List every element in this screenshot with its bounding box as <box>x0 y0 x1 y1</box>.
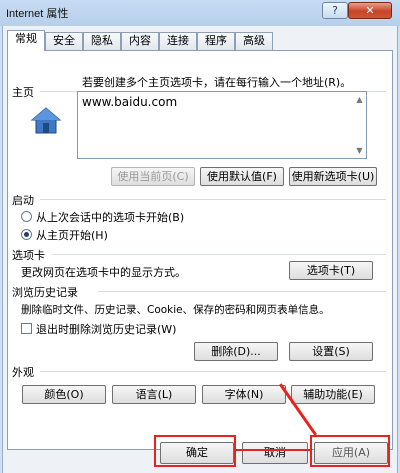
history-settings-button[interactable]: 设置(S) <box>289 342 373 361</box>
close-button[interactable]: ✕ <box>348 2 392 19</box>
radio-last-session[interactable]: 从上次会话中的选项卡开始(B) <box>21 209 184 225</box>
homepage-url-textarea[interactable]: www.baidu.com ▲ ▼ <box>77 91 367 159</box>
tab-general[interactable]: 常规 <box>7 30 45 51</box>
tab-programs[interactable]: 程序 <box>197 32 235 50</box>
tab-connections[interactable]: 连接 <box>159 32 197 50</box>
ok-button[interactable]: 确定 <box>160 442 234 464</box>
startup-heading: 启动 <box>12 194 34 207</box>
tabs-description: 更改网页在选项卡中的显示方式。 <box>21 266 186 279</box>
radio-homepage-dot[interactable] <box>21 229 32 240</box>
delete-on-exit-label: 退出时删除浏览历史记录(W) <box>36 323 177 336</box>
window-title: Internet 属性 <box>6 8 69 20</box>
cancel-button[interactable]: 取消 <box>242 442 308 464</box>
accessibility-button[interactable]: 辅助功能(E) <box>291 385 375 404</box>
tabs-settings-button[interactable]: 选项卡(T) <box>289 261 373 280</box>
use-default-button[interactable]: 使用默认值(F) <box>200 167 284 186</box>
homepage-url-value: www.baidu.com <box>82 95 178 109</box>
homepage-heading: 主页 <box>12 86 34 99</box>
tab-security[interactable]: 安全 <box>45 32 83 50</box>
apply-button[interactable]: 应用(A) <box>314 442 388 464</box>
startup-divider <box>40 199 386 200</box>
radio-last-session-label: 从上次会话中的选项卡开始(B) <box>36 211 185 224</box>
languages-button[interactable]: 语言(L) <box>112 385 196 404</box>
use-new-tab-button[interactable]: 使用新选项卡(U) <box>289 167 377 186</box>
help-button[interactable]: ? <box>322 2 348 19</box>
tabs-heading: 选项卡 <box>12 249 45 262</box>
tabs-divider <box>52 254 386 255</box>
radio-homepage-label: 从主页开始(H) <box>36 229 108 242</box>
scroll-up-icon[interactable]: ▲ <box>355 95 364 104</box>
use-current-button[interactable]: 使用当前页(C) <box>111 167 195 186</box>
radio-last-session-dot[interactable] <box>21 211 32 222</box>
homepage-hint: 若要创建多个主页选项卡，请在每行输入一个地址(R)。 <box>82 76 352 89</box>
scroll-down-icon[interactable]: ▼ <box>355 146 364 155</box>
tab-content[interactable]: 内容 <box>121 32 159 50</box>
house-icon <box>30 104 62 136</box>
colors-button[interactable]: 颜色(O) <box>22 385 106 404</box>
delete-on-exit-box[interactable] <box>21 323 32 334</box>
tab-privacy[interactable]: 隐私 <box>83 32 121 50</box>
history-divider <box>98 291 386 292</box>
appearance-heading: 外观 <box>12 366 34 379</box>
history-description: 删除临时文件、历史记录、Cookie、保存的密码和网页表单信息。 <box>21 304 330 316</box>
delete-on-exit-checkbox[interactable]: 退出时删除浏览历史记录(W) <box>21 321 176 337</box>
fonts-button[interactable]: 字体(N) <box>202 385 286 404</box>
history-heading: 浏览历史记录 <box>12 286 78 299</box>
radio-homepage[interactable]: 从主页开始(H) <box>21 227 108 243</box>
dialog-body: 常规 安全 隐私 内容 连接 程序 高级 主页 若要创建多个主页选项卡，请在每行… <box>2 26 398 473</box>
delete-history-button[interactable]: 删除(D)... <box>194 342 278 361</box>
general-panel: 主页 若要创建多个主页选项卡，请在每行输入一个地址(R)。 www.baidu.… <box>7 50 393 450</box>
tab-advanced[interactable]: 高级 <box>235 32 273 50</box>
title-bar: Internet 属性 ? ✕ <box>0 0 400 26</box>
appearance-divider <box>40 371 386 372</box>
